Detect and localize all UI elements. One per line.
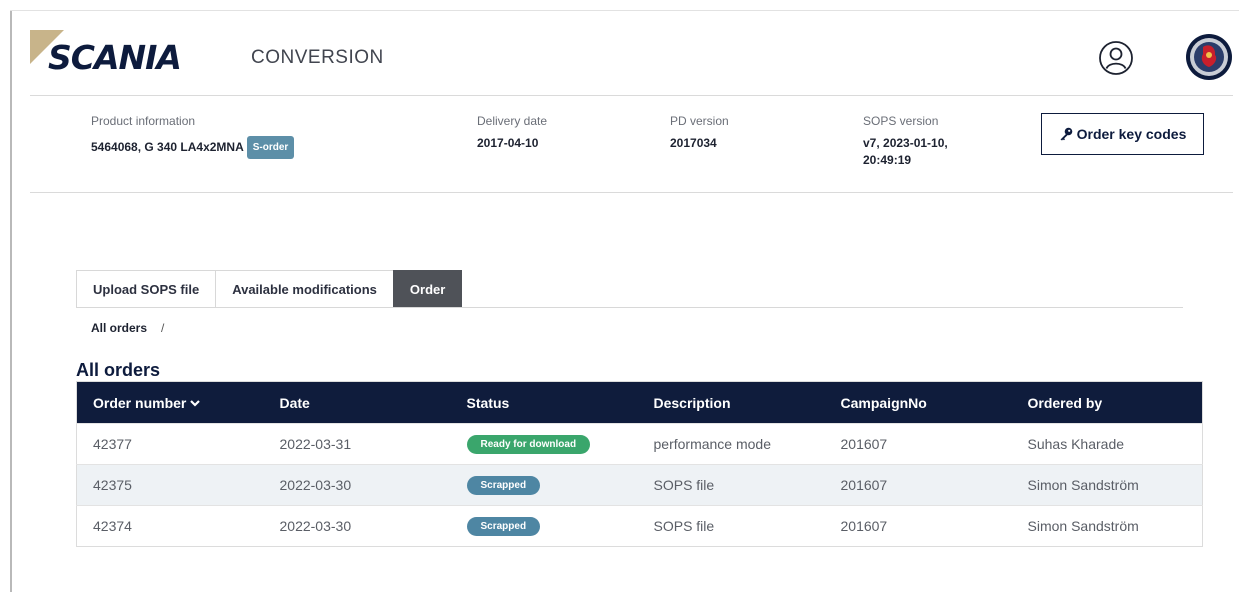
sops-version-value: v7, 2023-01-10, 20:49:19	[863, 135, 948, 169]
table-row[interactable]: 42377 2022-03-31 Ready for download perf…	[76, 423, 1203, 465]
description-cell: SOPS file	[637, 505, 825, 547]
table-row[interactable]: 42375 2022-03-30 Scrapped SOPS file 2016…	[76, 464, 1203, 506]
tab-order[interactable]: Order	[392, 270, 463, 308]
header-divider	[30, 95, 1233, 96]
status-badge: Scrapped	[466, 476, 541, 495]
description-cell: performance mode	[637, 423, 825, 465]
key-icon	[1059, 127, 1073, 141]
order-number-header-label: Order number	[93, 394, 187, 411]
table-row[interactable]: 42374 2022-03-30 Scrapped SOPS file 2016…	[76, 505, 1203, 547]
pd-version-label: PD version	[670, 114, 729, 128]
product-info-label: Product information	[91, 114, 196, 128]
ordered-by-cell: Simon Sandström	[1011, 464, 1203, 506]
orders-table: Order number Date Status Description Cam…	[76, 381, 1203, 547]
product-info-text: 5464068, G 340 LA4x2MNA	[91, 140, 244, 154]
order-number-cell: 42375	[76, 464, 264, 506]
column-header-description[interactable]: Description	[637, 381, 825, 424]
ordered-by-cell: Simon Sandström	[1011, 505, 1203, 547]
brand-wordmark: SCANIA	[48, 38, 182, 77]
breadcrumb-all-orders[interactable]: All orders	[91, 321, 147, 335]
campaign-cell: 201607	[824, 505, 1012, 547]
sops-version-line2: 20:49:19	[863, 153, 912, 167]
sops-version-line1: v7, 2023-01-10,	[863, 136, 948, 150]
order-number-cell: 42374	[76, 505, 264, 547]
order-number-cell: 42377	[76, 423, 264, 465]
column-header-status[interactable]: Status	[450, 381, 638, 424]
window-top-edge	[10, 10, 1239, 11]
window-left-edge	[10, 10, 12, 592]
order-key-codes-label: Order key codes	[1076, 126, 1187, 142]
tab-available-modifications[interactable]: Available modifications	[215, 270, 393, 308]
table-header-row: Order number Date Status Description Cam…	[76, 381, 1203, 424]
user-circle-icon[interactable]	[1098, 40, 1134, 76]
date-cell: 2022-03-30	[263, 464, 451, 506]
status-badge: Scrapped	[466, 517, 541, 536]
scania-logo: SCANIA	[30, 30, 230, 78]
status-cell: Ready for download	[450, 423, 638, 465]
order-key-codes-button[interactable]: Order key codes	[1041, 113, 1204, 155]
date-cell: 2022-03-30	[263, 505, 451, 547]
date-cell: 2022-03-31	[263, 423, 451, 465]
info-divider	[30, 192, 1233, 193]
ordered-by-cell: Suhas Kharade	[1011, 423, 1203, 465]
sops-version-label: SOPS version	[863, 114, 939, 128]
griffin-emblem-icon	[1185, 33, 1233, 81]
status-badge[interactable]: Ready for download	[466, 435, 591, 454]
breadcrumb: All orders /	[91, 321, 164, 335]
breadcrumb-separator: /	[161, 321, 165, 335]
chevron-down-icon	[190, 399, 201, 407]
column-header-order-number[interactable]: Order number	[76, 381, 264, 424]
pd-version-value: 2017034	[670, 136, 717, 150]
status-cell: Scrapped	[450, 464, 638, 506]
tab-upload-sops-file[interactable]: Upload SOPS file	[76, 270, 216, 308]
tab-bar: Upload SOPS file Available modifications…	[76, 270, 463, 308]
delivery-date-label: Delivery date	[477, 114, 548, 128]
delivery-date-value: 2017-04-10	[477, 136, 539, 150]
column-header-ordered-by[interactable]: Ordered by	[1011, 381, 1203, 424]
column-header-date[interactable]: Date	[263, 381, 451, 424]
tabs-underline	[76, 307, 1183, 308]
app-title: CONVERSION	[251, 47, 384, 68]
campaign-cell: 201607	[824, 464, 1012, 506]
page-title: All orders	[76, 360, 161, 380]
product-info-value: 5464068, G 340 LA4x2MNA S-order	[91, 136, 295, 159]
s-order-badge: S-order	[246, 136, 295, 159]
status-cell: Scrapped	[450, 505, 638, 547]
campaign-cell: 201607	[824, 423, 1012, 465]
description-cell: SOPS file	[637, 464, 825, 506]
column-header-campaign-no[interactable]: CampaignNo	[824, 381, 1012, 424]
